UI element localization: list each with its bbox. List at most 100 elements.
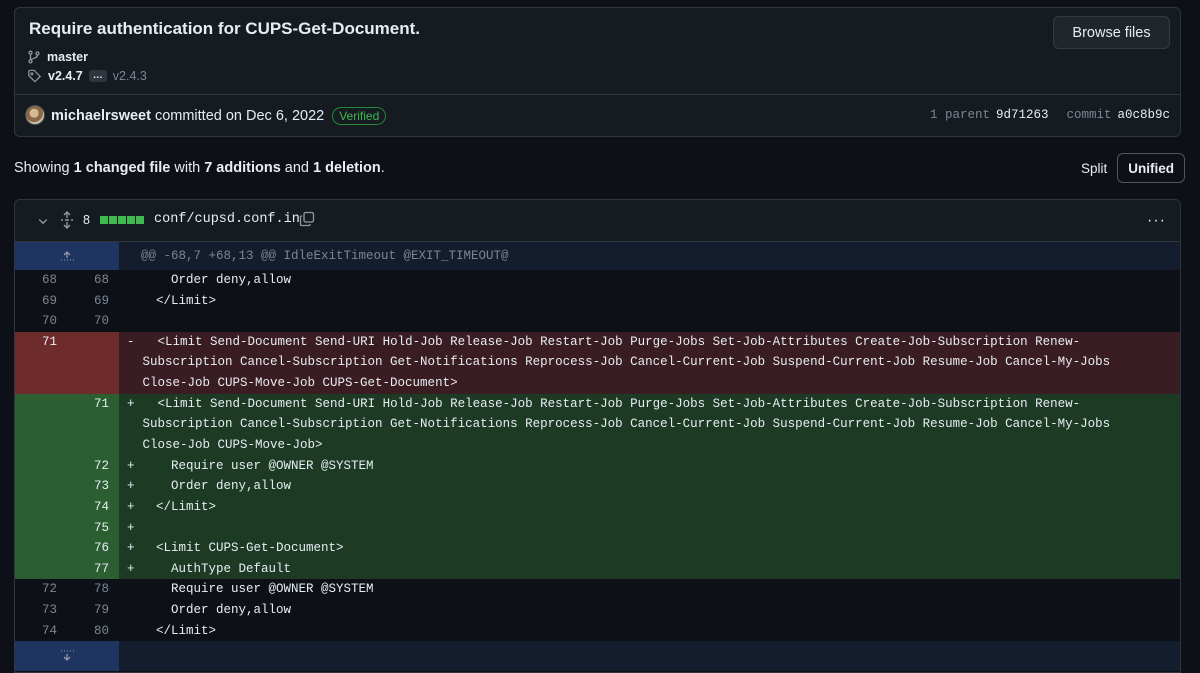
diff-code: Order deny,allow <box>141 273 292 287</box>
diff-code: AuthType Default <box>141 561 292 576</box>
branch-link[interactable]: master <box>47 50 88 64</box>
commit-parents: 1 parent 9d71263 commit a0c8b9c <box>930 108 1170 122</box>
diff-line-added: 77 + AuthType Default <box>15 558 1180 580</box>
new-line-number[interactable]: 70 <box>67 311 119 332</box>
tag-row: v2.4.7 … v2.4.3 <box>27 69 147 83</box>
chevron-down-icon[interactable] <box>37 214 49 232</box>
diff-line: 74 80 </Limit> <box>15 621 1180 642</box>
new-line-number[interactable]: 77 <box>67 558 119 580</box>
diff-code: Require user @OWNER @SYSTEM <box>141 458 374 473</box>
diff-code: </Limit> <box>141 293 217 308</box>
commit-sha: a0c8b9c <box>1117 108 1170 122</box>
diff-code <box>133 311 1180 332</box>
diff-sign: + <box>127 561 135 576</box>
old-line-number-empty <box>15 393 67 456</box>
hunk-header: @@ -68,7 +68,13 @@ IdleExitTimeout @EXIT… <box>15 242 1180 270</box>
diff-code: Order deny,allow <box>141 602 292 617</box>
diffstat-block <box>109 216 117 224</box>
expand-down-icon[interactable] <box>15 641 119 672</box>
tag-link[interactable]: v2.4.7 <box>48 69 83 83</box>
new-line-number[interactable]: 78 <box>67 579 119 600</box>
diff-line-deleted: 71 - <Limit Send-Document Send-URI Hold-… <box>15 331 1180 394</box>
diff-code: Require user @OWNER @SYSTEM <box>141 582 374 597</box>
author-link[interactable]: michaelrsweet <box>51 108 151 124</box>
new-line-number[interactable]: 73 <box>67 476 119 497</box>
diff-code: </Limit> <box>141 499 217 514</box>
new-line-number[interactable]: 76 <box>67 538 119 559</box>
diff-line-added: 74 + </Limit> <box>15 496 1180 518</box>
old-line-number[interactable]: 68 <box>15 270 67 291</box>
git-branch-icon <box>27 50 41 64</box>
old-line-number[interactable]: 72 <box>15 579 67 600</box>
file-path-link[interactable]: conf/cupsd.conf.in <box>154 212 300 227</box>
avatar[interactable] <box>25 105 45 125</box>
diff-sign: - <box>127 334 135 349</box>
split-view-button[interactable]: Split <box>1071 153 1117 183</box>
author-line: michaelrsweet committed on Dec 6, 2022 V… <box>51 107 387 125</box>
unified-view-button[interactable]: Unified <box>1117 153 1186 183</box>
old-line-number[interactable]: 74 <box>15 621 67 642</box>
old-line-number-empty <box>15 455 67 477</box>
new-line-number[interactable]: 71 <box>67 393 119 456</box>
diffstat-block <box>136 216 144 224</box>
commit-header: Require authentication for CUPS-Get-Docu… <box>14 7 1181 137</box>
diff-line: 69 69 </Limit> <box>15 291 1180 312</box>
diffstat-block <box>127 216 135 224</box>
diff-line: 72 78 Require user @OWNER @SYSTEM <box>15 579 1180 600</box>
diff-sign: + <box>127 458 135 473</box>
branch-row: master <box>27 50 88 64</box>
old-line-number[interactable]: 70 <box>15 311 67 332</box>
diff-sign <box>119 600 133 621</box>
old-line-number[interactable]: 73 <box>15 600 67 621</box>
parent-sha-link[interactable]: 9d71263 <box>996 108 1049 122</box>
diff-code: Order deny,allow <box>141 479 292 494</box>
diff-sign <box>119 270 133 291</box>
verified-badge[interactable]: Verified <box>332 107 387 125</box>
diff-view-toggle: Split Unified <box>1071 153 1186 183</box>
file-menu-icon[interactable]: ··· <box>1147 212 1166 230</box>
diff-sign <box>119 311 133 332</box>
diff-sign: + <box>127 499 135 514</box>
tag-icon <box>27 69 42 83</box>
diffstat <box>100 216 144 224</box>
old-line-number-empty <box>15 538 67 559</box>
diff-line: 70 70 <box>15 311 1180 332</box>
summary-with: with <box>174 160 201 176</box>
copy-icon[interactable] <box>299 211 315 232</box>
commit-top: Require authentication for CUPS-Get-Docu… <box>15 8 1180 95</box>
diff-sign: + <box>127 520 135 535</box>
diff-line-added: 72 + Require user @OWNER @SYSTEM <box>15 455 1180 477</box>
parent-label: 1 parent <box>929 108 990 122</box>
summary-and: and <box>284 160 309 176</box>
diff-line-added: 76 + <Limit CUPS-Get-Document> <box>15 538 1180 559</box>
new-line-number[interactable]: 79 <box>67 600 119 621</box>
new-line-number[interactable]: 68 <box>67 270 119 291</box>
file-diff: 8 conf/cupsd.conf.in ··· @@ -68,7 +68,13… <box>14 199 1181 673</box>
old-line-number[interactable]: 69 <box>15 291 67 312</box>
browse-files-button[interactable]: Browse files <box>1053 16 1170 49</box>
diff-code <box>133 518 1180 539</box>
expand-all-icon[interactable] <box>60 211 74 234</box>
new-line-number[interactable]: 69 <box>67 291 119 312</box>
new-line-number[interactable]: 80 <box>67 621 119 642</box>
old-line-number[interactable]: 71 <box>15 331 67 394</box>
new-line-number[interactable]: 75 <box>67 517 119 539</box>
diff-line-added: 73 + Order deny,allow <box>15 476 1180 497</box>
new-line-number[interactable]: 74 <box>67 496 119 518</box>
diff-sign <box>119 579 133 600</box>
diff-code: <Limit Send-Document Send-URI Hold-Job R… <box>142 396 1118 452</box>
commit-label: commit <box>1066 108 1112 122</box>
hunk-header-text: @@ -68,7 +68,13 @@ IdleExitTimeout @EXIT… <box>141 249 509 263</box>
hunk-footer <box>15 641 1180 672</box>
expand-up-icon[interactable] <box>15 242 119 270</box>
diff-sign: + <box>127 541 135 556</box>
summary-files: 1 changed file <box>73 160 171 176</box>
diff-line-added: 71 + <Limit Send-Document Send-URI Hold-… <box>15 393 1180 456</box>
diff-line: 68 68 Order deny,allow <box>15 270 1180 291</box>
committed-text: committed on Dec 6, 2022 <box>154 108 325 124</box>
tag-other[interactable]: v2.4.3 <box>113 69 147 83</box>
diffstat-block <box>118 216 126 224</box>
new-line-number[interactable]: 72 <box>67 455 119 477</box>
diff-sign: + <box>127 396 135 411</box>
more-tags-button[interactable]: … <box>88 70 107 82</box>
